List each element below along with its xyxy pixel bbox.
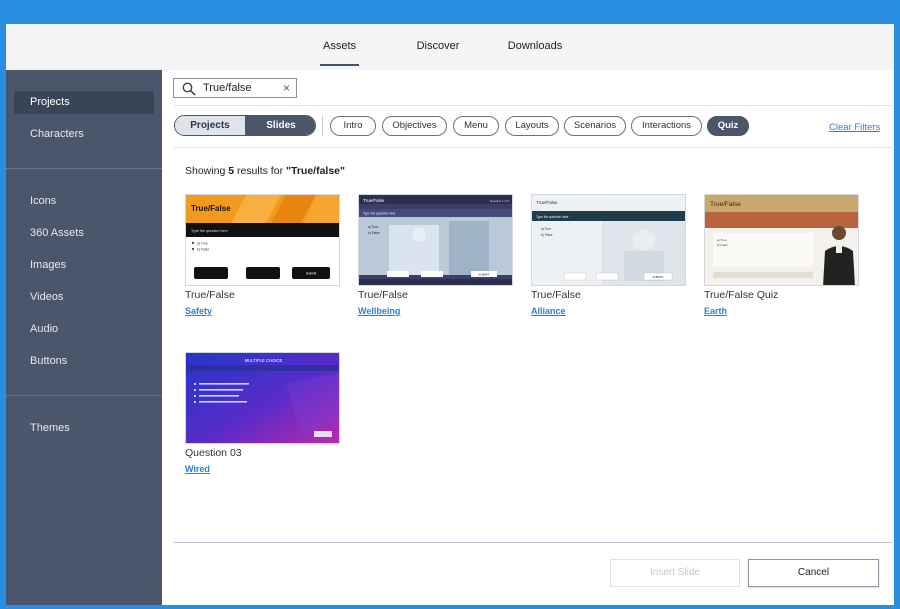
- thumb-option: b) False: [197, 247, 209, 251]
- template-link[interactable]: Wellbeing: [358, 306, 513, 316]
- results-summary: Showing 5 results for "True/false": [185, 165, 345, 177]
- slide-thumbnail[interactable]: True/False Type the question here a) Tru…: [531, 194, 686, 286]
- projects-slides-toggle: Projects Slides: [174, 115, 316, 136]
- card-title: True/False Quiz: [704, 289, 779, 301]
- sidebar-item-videos[interactable]: Videos: [14, 286, 154, 309]
- result-card: MULTIPLE CHOICE Question 03 Wired: [185, 352, 340, 474]
- search-input[interactable]: True/false ×: [173, 78, 297, 98]
- thumb-option: a) True: [717, 238, 727, 242]
- toggle-slides[interactable]: Slides: [245, 116, 315, 135]
- top-tab-bar: Assets Discover Downloads: [6, 24, 894, 70]
- sidebar-item-projects[interactable]: Projects: [14, 91, 154, 114]
- thumb-option: a) True: [197, 241, 208, 245]
- thumb-heading: True/False: [536, 200, 558, 205]
- template-link[interactable]: Safety: [185, 306, 340, 316]
- filter-menu[interactable]: Menu: [453, 116, 499, 136]
- card-title: True/False: [531, 289, 581, 301]
- slide-thumbnail[interactable]: True/False Question 1 of 5 Type the ques…: [358, 194, 513, 286]
- slide-thumbnail[interactable]: True/False a) True b) False: [704, 194, 859, 286]
- insert-slide-button[interactable]: Insert Slide: [610, 559, 740, 587]
- cancel-button[interactable]: Cancel: [748, 559, 879, 587]
- thumb-submit: SUBMIT: [478, 273, 490, 277]
- thumb-submit: SUBMIT: [652, 275, 664, 279]
- thumb-question: Type the question here: [536, 215, 569, 219]
- thumb-option: b) False: [717, 243, 728, 247]
- sidebar: Projects Characters Icons 360 Assets Ima…: [6, 70, 162, 605]
- divider: [174, 147, 892, 148]
- thumb-heading: True/False: [710, 201, 741, 208]
- filter-layouts[interactable]: Layouts: [505, 116, 559, 136]
- divider: [322, 116, 323, 136]
- sidebar-divider: [6, 168, 162, 169]
- filter-scenarios[interactable]: Scenarios: [564, 116, 626, 136]
- results-query: "True/false": [286, 165, 345, 177]
- result-card: True/False a) True b) False True/False Q…: [704, 194, 859, 316]
- thumb-option: b) False: [368, 231, 380, 235]
- thumb-option: b) False: [541, 233, 553, 237]
- sidebar-item-buttons[interactable]: Buttons: [14, 350, 154, 373]
- thumb-heading: MULTIPLE CHOICE: [245, 358, 283, 363]
- sidebar-item-360-assets[interactable]: 360 Assets: [14, 222, 154, 245]
- clear-filters-link[interactable]: Clear Filters: [829, 122, 880, 133]
- results-middle: results for: [236, 165, 284, 177]
- thumb-submit: Submit: [306, 272, 317, 276]
- thumb-option: a) True: [368, 225, 378, 229]
- sidebar-item-characters[interactable]: Characters: [14, 123, 154, 146]
- results-count: 5: [228, 165, 235, 177]
- result-card: True/False Question 1 of 5 Type the ques…: [358, 194, 513, 316]
- thumb-question: Type the question here: [191, 229, 228, 233]
- sidebar-item-images[interactable]: Images: [14, 254, 154, 277]
- close-icon[interactable]: ×: [283, 81, 290, 95]
- card-title: True/False: [185, 289, 235, 301]
- sidebar-divider: [6, 395, 162, 396]
- footer-divider: [174, 542, 892, 543]
- sidebar-item-icons[interactable]: Icons: [14, 190, 154, 213]
- sidebar-item-themes[interactable]: Themes: [14, 417, 154, 440]
- asset-browser-dialog: Assets Discover Downloads Projects Chara…: [6, 24, 894, 605]
- result-card: True/False Type the question here a) Tru…: [531, 194, 686, 316]
- filter-interactions[interactable]: Interactions: [631, 116, 702, 136]
- template-link[interactable]: Wired: [185, 464, 340, 474]
- card-title: True/False: [358, 289, 408, 301]
- filter-intro[interactable]: Intro: [330, 116, 376, 136]
- thumb-counter: Question 1 of 5: [490, 199, 509, 203]
- search-value: True/false: [203, 82, 252, 94]
- search-icon: [182, 82, 196, 96]
- slide-thumbnail[interactable]: True/False Type the question here a) Tru…: [185, 194, 340, 286]
- template-link[interactable]: Alliance: [531, 306, 686, 316]
- filter-objectives[interactable]: Objectives: [382, 116, 447, 136]
- thumb-heading: True/False: [363, 198, 385, 203]
- tab-discover[interactable]: Discover: [414, 40, 462, 66]
- thumb-question: Type the question here: [363, 212, 396, 216]
- filter-quiz[interactable]: Quiz: [707, 116, 749, 136]
- card-title: Question 03: [185, 447, 242, 459]
- tab-downloads[interactable]: Downloads: [506, 40, 564, 66]
- divider: [174, 105, 892, 106]
- main-panel: True/false × Projects Slides Intro Objec…: [162, 70, 894, 605]
- tab-assets[interactable]: Assets: [320, 40, 359, 66]
- template-link[interactable]: Earth: [704, 306, 859, 316]
- result-card: True/False Type the question here a) Tru…: [185, 194, 340, 316]
- thumb-heading: True/False: [191, 204, 231, 213]
- results-prefix: Showing: [185, 165, 226, 177]
- slide-thumbnail[interactable]: MULTIPLE CHOICE: [185, 352, 340, 444]
- sidebar-item-audio[interactable]: Audio: [14, 318, 154, 341]
- thumb-option: a) True: [541, 227, 551, 231]
- toggle-projects[interactable]: Projects: [175, 116, 245, 135]
